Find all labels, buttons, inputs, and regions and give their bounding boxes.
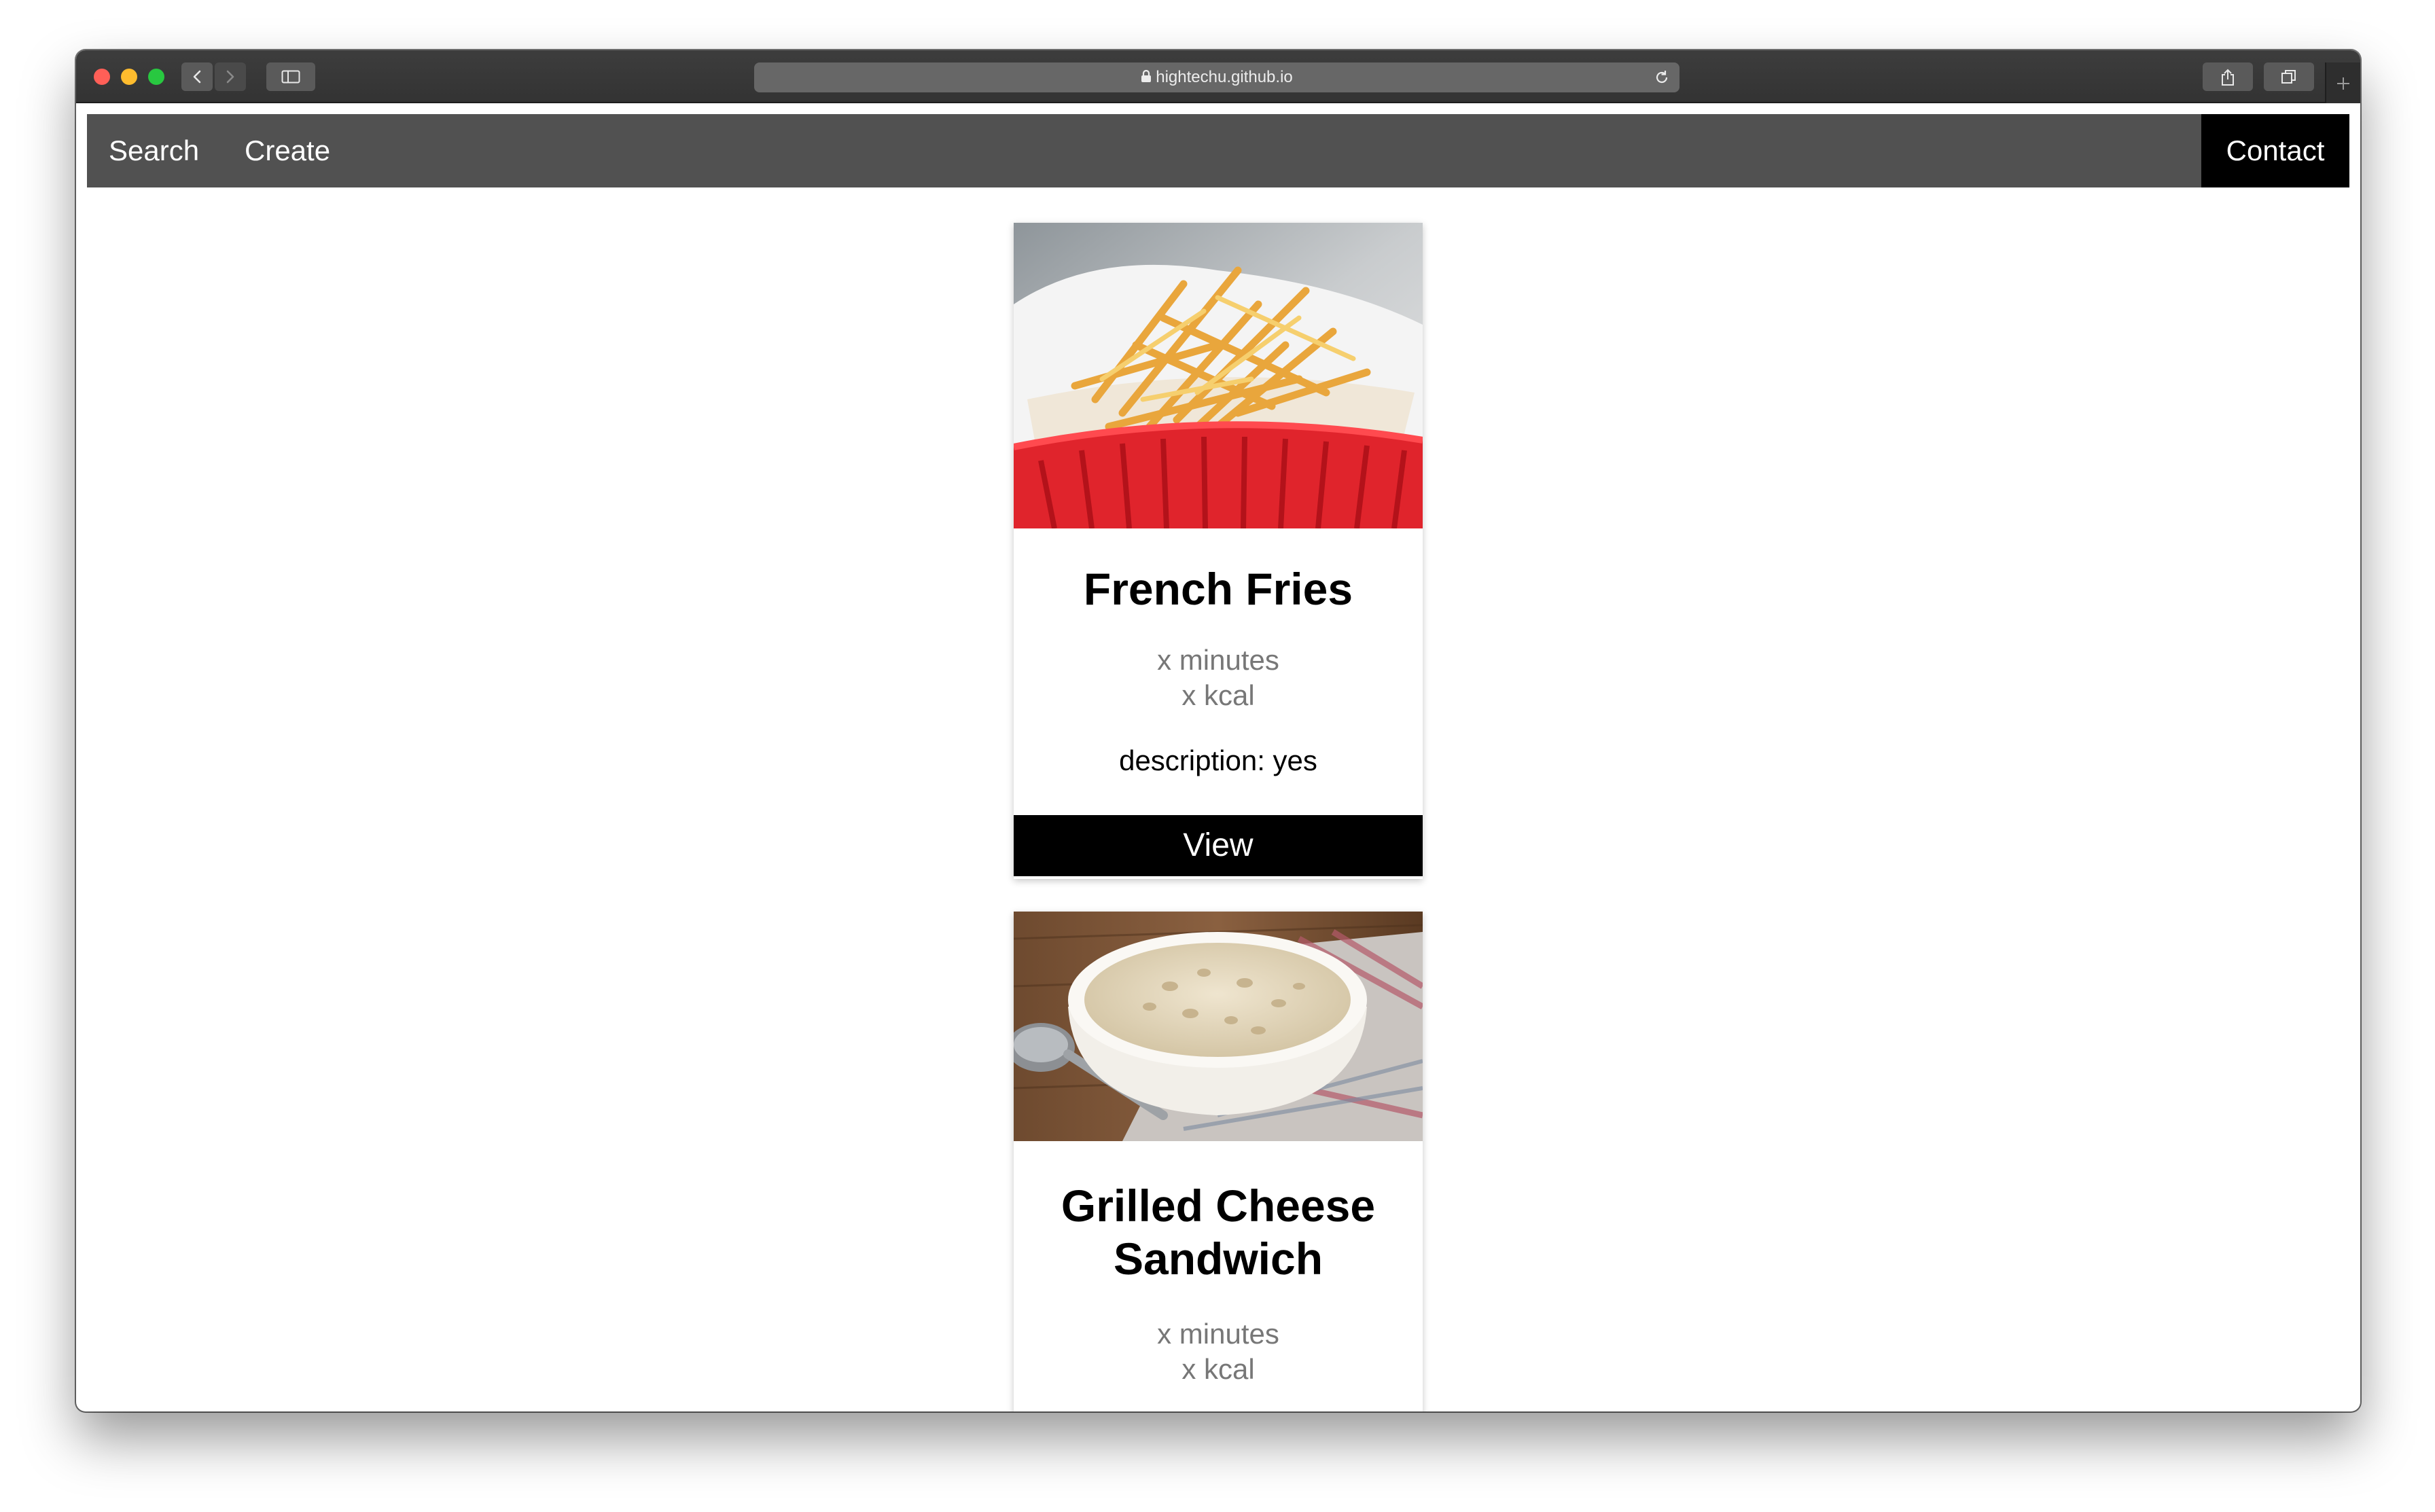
recipe-calories: x kcal — [1181, 1353, 1255, 1385]
browser-titlebar: hightechu.github.io — [76, 50, 2360, 103]
french-fries-photo — [1014, 223, 1423, 528]
recipe-card: Grilled Cheese Sandwich x minutes x kcal — [1014, 912, 1423, 1411]
recipe-calories: x kcal — [1181, 679, 1255, 711]
recipe-description: description: yes — [1119, 744, 1317, 776]
forward-button[interactable] — [215, 62, 246, 91]
chevron-right-icon — [226, 70, 234, 84]
sidebar-icon — [281, 70, 300, 84]
recipe-title: Grilled Cheese Sandwich — [1061, 1181, 1376, 1284]
zoom-window-button[interactable] — [148, 69, 164, 85]
share-button[interactable] — [2203, 62, 2253, 91]
oatmeal-bowl-photo — [1014, 912, 1423, 1141]
plus-icon — [2337, 77, 2349, 90]
address-bar[interactable]: hightechu.github.io — [754, 62, 1679, 92]
browser-window: hightechu.github.io Search Create Contac… — [76, 50, 2360, 1411]
chevron-left-icon — [193, 70, 201, 84]
new-tab-button[interactable] — [2325, 62, 2360, 103]
recipe-time: x minutes — [1157, 1318, 1279, 1350]
back-button[interactable] — [181, 62, 213, 91]
url-text: hightechu.github.io — [1156, 68, 1293, 86]
sidebar-toggle-button[interactable] — [266, 62, 315, 91]
reload-icon[interactable] — [1654, 69, 1670, 86]
nav-create-link[interactable]: Create — [245, 114, 330, 187]
nav-search-link[interactable]: Search — [109, 114, 199, 187]
share-icon — [2222, 69, 2234, 86]
nav-contact-link[interactable]: Contact — [2201, 114, 2349, 187]
recipe-time: x minutes — [1157, 644, 1279, 676]
site-navbar: Search Create Contact — [87, 114, 2349, 187]
recipe-card: French Fries x minutes x kcal descriptio… — [1014, 223, 1423, 879]
view-recipe-button[interactable]: View — [1014, 815, 1423, 876]
tab-overview-button[interactable] — [2264, 62, 2314, 91]
recipe-title: French Fries — [1083, 564, 1353, 614]
lock-icon — [1141, 69, 1152, 82]
close-window-button[interactable] — [94, 69, 110, 85]
tabs-icon — [2281, 70, 2296, 84]
minimize-window-button[interactable] — [121, 69, 137, 85]
